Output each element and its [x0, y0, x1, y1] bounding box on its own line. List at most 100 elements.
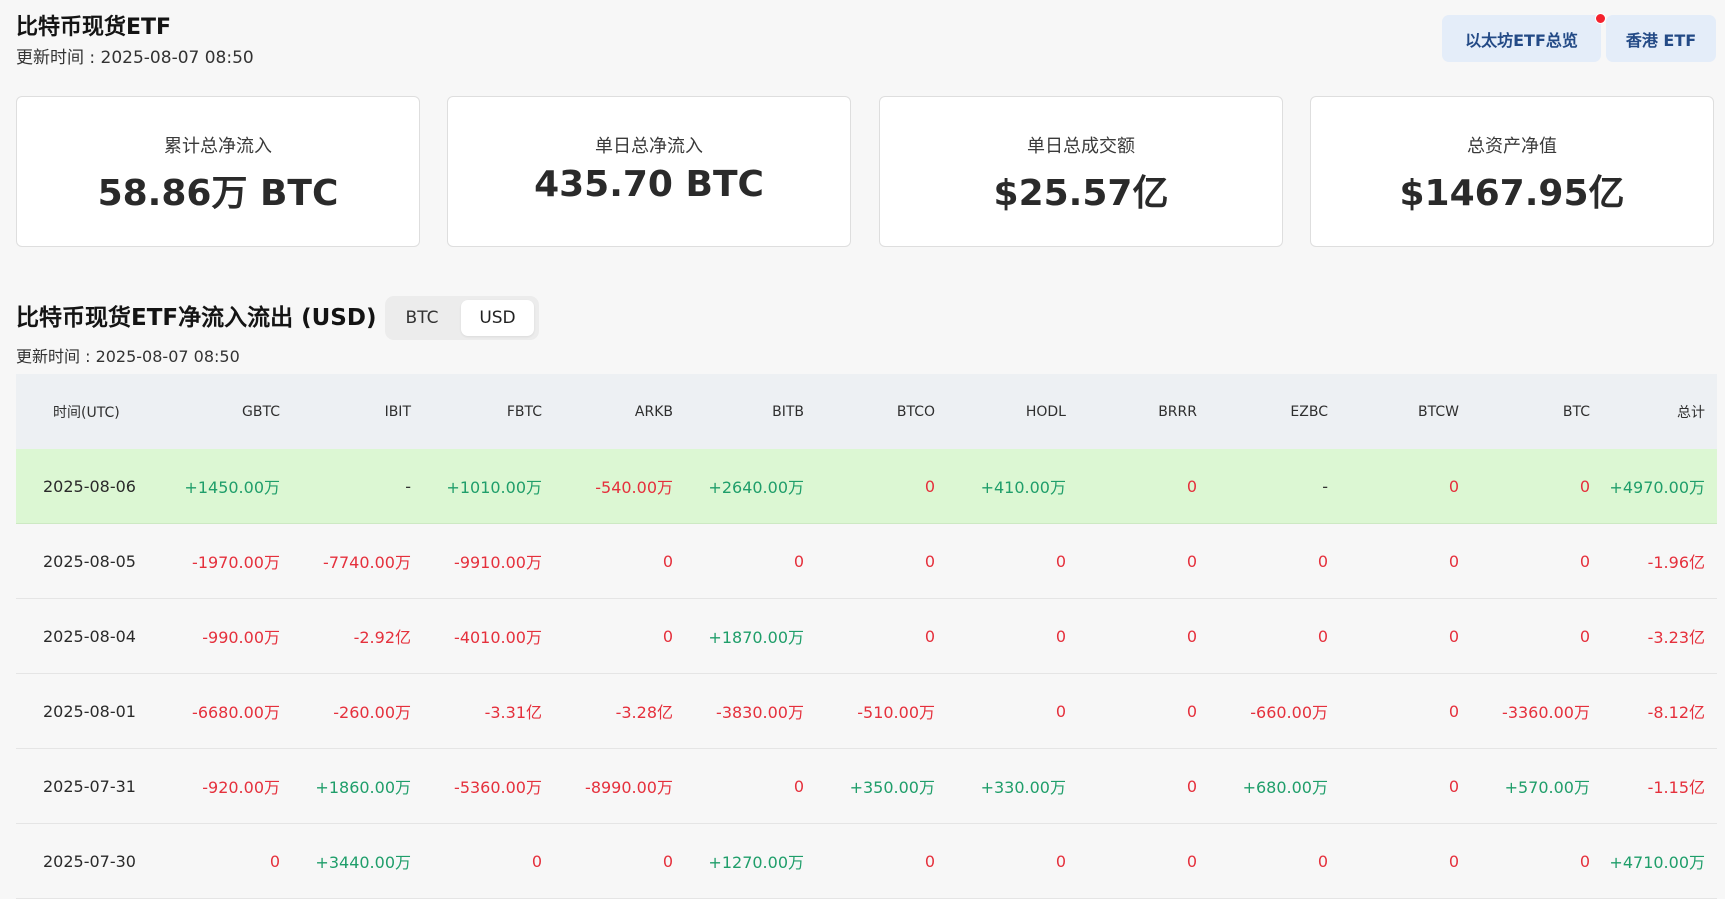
flow-cell: -9910.00万	[423, 523, 554, 599]
toggle-btc[interactable]: BTC	[391, 300, 453, 336]
column-header: BTCW	[1340, 374, 1471, 449]
stat-card-net-assets: 总资产净值 $1467.95亿	[1310, 96, 1714, 247]
flow-cell: 0	[816, 823, 947, 899]
flow-cell: +330.00万	[947, 748, 1078, 824]
toggle-usd[interactable]: USD	[461, 300, 534, 336]
flow-cell: 0	[554, 523, 685, 599]
flow-cell: -3360.00万	[1471, 673, 1602, 749]
flow-cell: -1970.00万	[161, 523, 292, 599]
etf-flow-table: 时间(UTC) GBTC IBIT FBTC ARKB BITB BTCO HODL BRRR E…	[16, 374, 1717, 899]
column-header: ARKB	[554, 374, 685, 449]
flow-cell: -3.31亿	[423, 673, 554, 749]
flow-cell: +2640.00万	[685, 449, 816, 524]
stat-card-daily-volume: 单日总成交额 $25.57亿	[879, 96, 1283, 247]
flow-cell: 0	[1340, 523, 1471, 599]
stat-label: 单日总净流入	[595, 136, 703, 157]
flow-cell: -6680.00万	[161, 673, 292, 749]
stat-label: 累计总净流入	[164, 136, 272, 157]
flow-cell: 0	[685, 748, 816, 824]
flow-cell: 0	[1340, 449, 1471, 524]
flow-cell: 0	[1471, 523, 1602, 599]
table-row: 2025-07-30 0 +3440.00万 0 0 +1270.00万 0 0 0 0 0 0 +47…	[16, 823, 1717, 899]
flow-cell: +1010.00万	[423, 449, 554, 524]
flow-cell: +1270.00万	[685, 823, 816, 899]
flow-cell: -8.12亿	[1602, 673, 1717, 749]
column-header: BRRR	[1078, 374, 1209, 449]
eth-etf-overview-button[interactable]: 以太坊ETF总览	[1442, 15, 1601, 62]
date-cell: 2025-08-04	[16, 598, 161, 674]
stat-card-cumulative-inflow: 累计总净流入 58.86万 BTC	[16, 96, 420, 247]
hk-etf-button[interactable]: 香港 ETF	[1606, 15, 1716, 62]
flow-cell: 0	[1078, 748, 1209, 824]
flow-cell: +1860.00万	[292, 748, 423, 824]
page-title: 比特币现货ETF	[16, 15, 172, 40]
flow-cell: -	[1209, 449, 1340, 524]
flow-cell: +570.00万	[1471, 748, 1602, 824]
stat-label: 单日总成交额	[1027, 136, 1135, 157]
column-header: BTCO	[816, 374, 947, 449]
flow-cell: -990.00万	[161, 598, 292, 674]
flow-cell: 0	[1209, 823, 1340, 899]
flow-cell: -3.28亿	[554, 673, 685, 749]
flow-cell: -8990.00万	[554, 748, 685, 824]
flow-cell: 0	[1078, 598, 1209, 674]
flow-cell: -540.00万	[554, 449, 685, 524]
flow-cell: -260.00万	[292, 673, 423, 749]
flow-cell: 0	[947, 673, 1078, 749]
stat-card-daily-inflow: 单日总净流入 435.70 BTC	[447, 96, 851, 247]
date-cell: 2025-07-31	[16, 748, 161, 824]
flow-cell: +4970.00万	[1602, 449, 1717, 524]
flow-cell: +350.00万	[816, 748, 947, 824]
table-row: 2025-08-04 -990.00万 -2.92亿 -4010.00万 0 +1870.…	[16, 598, 1717, 674]
column-header: 总计	[1602, 374, 1717, 449]
flow-cell: 0	[1471, 823, 1602, 899]
table-header-row: 时间(UTC) GBTC IBIT FBTC ARKB BITB BTCO HODL BRRR E…	[16, 374, 1717, 449]
flow-cell: 0	[1078, 523, 1209, 599]
stat-value: $1467.95亿	[1399, 173, 1625, 214]
stat-label: 总资产净值	[1467, 136, 1557, 157]
flow-cell: +3440.00万	[292, 823, 423, 899]
flow-cell: 0	[1209, 598, 1340, 674]
column-header: EZBC	[1209, 374, 1340, 449]
flow-cell: 0	[1209, 523, 1340, 599]
flow-cell: 0	[816, 523, 947, 599]
update-time: 更新时间 : 2025-08-07 08:50	[16, 48, 254, 68]
flow-cell: 0	[947, 823, 1078, 899]
flow-cell: 0	[1471, 598, 1602, 674]
flow-cell: 0	[1078, 823, 1209, 899]
flow-cell: -5360.00万	[423, 748, 554, 824]
section-update-time: 更新时间 : 2025-08-07 08:50	[16, 347, 240, 366]
column-header: BTC	[1471, 374, 1602, 449]
flow-cell: -7740.00万	[292, 523, 423, 599]
stat-value: 435.70 BTC	[534, 164, 764, 205]
flow-cell: -3830.00万	[685, 673, 816, 749]
flow-cell: -660.00万	[1209, 673, 1340, 749]
flow-cell: -3.23亿	[1602, 598, 1717, 674]
flow-cell: +680.00万	[1209, 748, 1340, 824]
date-cell: 2025-08-06	[16, 449, 161, 524]
flow-cell: 0	[161, 823, 292, 899]
flow-cell: 0	[816, 598, 947, 674]
stat-value: 58.86万 BTC	[97, 173, 339, 214]
stat-value: $25.57亿	[993, 173, 1169, 214]
flow-cell: +1870.00万	[685, 598, 816, 674]
flow-cell: +410.00万	[947, 449, 1078, 524]
date-cell: 2025-07-30	[16, 823, 161, 899]
column-header: IBIT	[292, 374, 423, 449]
flow-cell: 0	[423, 823, 554, 899]
flow-cell: 0	[1340, 823, 1471, 899]
table-row: 2025-08-01 -6680.00万 -260.00万 -3.31亿 -3.28亿 -…	[16, 673, 1717, 749]
flow-cell: 0	[947, 598, 1078, 674]
flow-cell: 0	[1340, 748, 1471, 824]
table-row: 2025-08-06 +1450.00万 - +1010.00万 -540.00万 +26…	[16, 449, 1717, 524]
date-cell: 2025-08-05	[16, 523, 161, 599]
flow-cell: 0	[1471, 449, 1602, 524]
flow-cell: +4710.00万	[1602, 823, 1717, 899]
currency-toggle: BTC USD	[385, 296, 539, 340]
flow-cell: -	[292, 449, 423, 524]
column-header: GBTC	[161, 374, 292, 449]
flow-cell: 0	[554, 598, 685, 674]
flow-cell: 0	[685, 523, 816, 599]
column-header: BITB	[685, 374, 816, 449]
section-title: 比特币现货ETF净流入流出 (USD)	[16, 305, 377, 331]
